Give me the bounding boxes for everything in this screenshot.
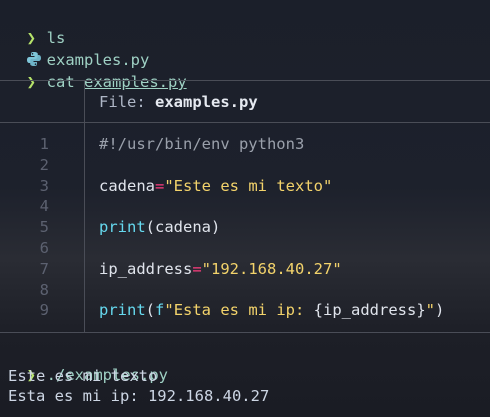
code-token-fn: print: [99, 218, 146, 236]
prompt-line-cat: ❯ cat examples.py: [0, 51, 187, 91]
code-token-plain: (cadena): [145, 218, 221, 236]
line-number: 6: [39, 239, 49, 257]
code-line: print(f"Esta es mi ip: {ip_address}"): [99, 300, 444, 321]
command-argument[interactable]: examples.py: [84, 73, 187, 91]
code-token-str: "192.168.40.27": [201, 260, 342, 278]
viewer-top-border: [0, 80, 490, 81]
code-line: print(cadena): [99, 217, 220, 238]
code-token-fn: print: [99, 301, 146, 319]
program-output-line: Esta es mi ip: 192.168.40.27: [8, 387, 270, 405]
code-token-str: "Este es mi texto": [164, 177, 333, 195]
code-line: cadena="Este es mi texto": [99, 176, 332, 197]
code-token-plain: (: [145, 301, 156, 319]
line-number: 3: [39, 177, 49, 195]
command-text[interactable]: cat: [47, 73, 84, 91]
code-token-f: f: [155, 301, 165, 319]
line-number: 4: [39, 197, 49, 215]
code-line: #!/usr/bin/env python3: [99, 134, 304, 155]
code-line: ip_address="192.168.40.27": [99, 259, 342, 280]
code-token-comment: #!/usr/bin/env python3: [99, 135, 305, 153]
code-token-plain: ): [435, 301, 445, 319]
code-token-plain: cadena: [99, 177, 155, 195]
code-token-str: "Esta es mi ip:: [164, 301, 314, 319]
code-token-plain: {ip_address}: [313, 301, 426, 319]
code-token-str: ": [425, 301, 435, 319]
file-header: File: examples.py: [99, 91, 258, 113]
viewer-bottom-border: [0, 332, 490, 333]
code-token-op: =: [192, 260, 202, 278]
prompt-line-ls: ❯ ls: [0, 7, 66, 47]
code-token-plain: ip_address: [99, 260, 193, 278]
file-name: examples.py: [155, 93, 258, 111]
program-output-line: Este es mi texto: [8, 367, 158, 385]
prompt-symbol: ❯: [26, 73, 37, 91]
viewer-header-border: [0, 122, 490, 123]
line-number: 5: [39, 218, 49, 236]
prompt-line-run: ❯ ./examples.py: [0, 344, 168, 384]
gutter-separator: [84, 80, 85, 122]
line-number: 2: [39, 156, 49, 174]
line-number: 8: [39, 281, 49, 299]
line-number: 9: [39, 301, 49, 319]
gutter-separator: [84, 122, 85, 332]
file-label-prefix: File:: [99, 93, 155, 111]
code-token-op: =: [155, 177, 165, 195]
line-number: 7: [39, 260, 49, 278]
ls-output-line: examples.py: [0, 29, 149, 69]
line-number: 1: [39, 135, 49, 153]
